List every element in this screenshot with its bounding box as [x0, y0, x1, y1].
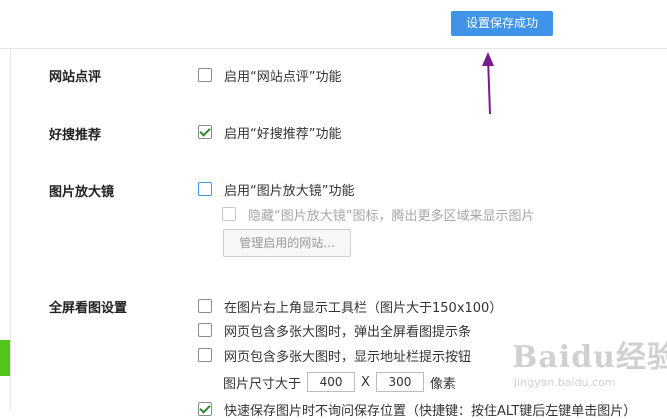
section-title-site-review: 网站点评 — [49, 70, 102, 85]
site-review-checkbox[interactable] — [198, 68, 212, 82]
sidebar-divider — [10, 49, 11, 410]
haosou-option[interactable]: 启用“好搜推荐”功能 — [198, 123, 342, 142]
image-size-prefix: 图片尺寸大于 — [223, 376, 302, 392]
hide-magnifier-icon-option[interactable]: 隐藏“图片放大镜”图标，腾出更多区域来显示图片 — [222, 205, 535, 224]
section-title-haosou: 好搜推荐 — [49, 128, 102, 143]
fullscreen-toolbar-checkbox[interactable] — [198, 299, 212, 313]
magnifier-checkbox[interactable] — [198, 182, 212, 196]
watermark-url: jingyan.baidu.com — [514, 376, 616, 389]
image-size-unit: 像素 — [429, 376, 456, 392]
hide-magnifier-icon-label: 隐藏“图片放大镜”图标，腾出更多区域来显示图片 — [248, 208, 535, 224]
annotation-arrow-icon — [482, 52, 494, 115]
manage-sites-button[interactable]: 管理启用的网站... — [223, 229, 351, 257]
fullscreen-option-toolbar[interactable]: 在图片右上角显示工具栏（图片大于150x100） — [198, 297, 503, 316]
fullscreen-address-button-checkbox[interactable] — [198, 348, 212, 362]
top-bar: 设置保存成功 — [0, 0, 667, 49]
haosou-label: 启用“好搜推荐”功能 — [224, 126, 342, 142]
magnifier-label: 启用“图片放大镜”功能 — [224, 183, 355, 199]
image-size-row: 图片尺寸大于 X 像素 — [223, 371, 456, 393]
watermark-brand: Baidu经验 — [512, 340, 667, 375]
image-height-input[interactable] — [375, 372, 424, 392]
image-size-separator: X — [361, 374, 370, 390]
quick-save-checkbox[interactable] — [198, 402, 212, 416]
fullscreen-toolbar-label: 在图片右上角显示工具栏（图片大于150x100） — [224, 300, 503, 316]
image-width-input[interactable] — [307, 372, 356, 392]
site-review-option[interactable]: 启用“网站点评”功能 — [198, 66, 342, 85]
quick-save-label: 快速保存图片时不询问保存位置（快捷键：按住ALT键后左键单击图片） — [224, 403, 637, 419]
save-success-toast: 设置保存成功 — [451, 11, 553, 36]
haosou-checkbox[interactable] — [198, 125, 212, 139]
fullscreen-option-prompt-bar[interactable]: 网页包含多张大图时，弹出全屏看图提示条 — [198, 321, 472, 340]
baidu-jingyan-watermark: Baidu经验 jingyan.baidu.com — [508, 330, 667, 406]
section-title-fullscreen: 全屏看图设置 — [49, 301, 128, 316]
sidebar-active-marker — [0, 340, 10, 376]
section-title-magnifier: 图片放大镜 — [49, 185, 115, 200]
fullscreen-option-address-button[interactable]: 网页包含多张大图时，显示地址栏提示按钮 — [198, 346, 472, 365]
quick-save-option[interactable]: 快速保存图片时不询问保存位置（快捷键：按住ALT键后左键单击图片） — [198, 400, 637, 419]
fullscreen-prompt-bar-label: 网页包含多张大图时，弹出全屏看图提示条 — [224, 324, 472, 340]
site-review-label: 启用“网站点评”功能 — [224, 69, 342, 85]
fullscreen-address-button-label: 网页包含多张大图时，显示地址栏提示按钮 — [224, 349, 472, 365]
magnifier-option[interactable]: 启用“图片放大镜”功能 — [198, 180, 355, 199]
hide-magnifier-icon-checkbox[interactable] — [222, 207, 236, 221]
fullscreen-prompt-bar-checkbox[interactable] — [198, 323, 212, 337]
